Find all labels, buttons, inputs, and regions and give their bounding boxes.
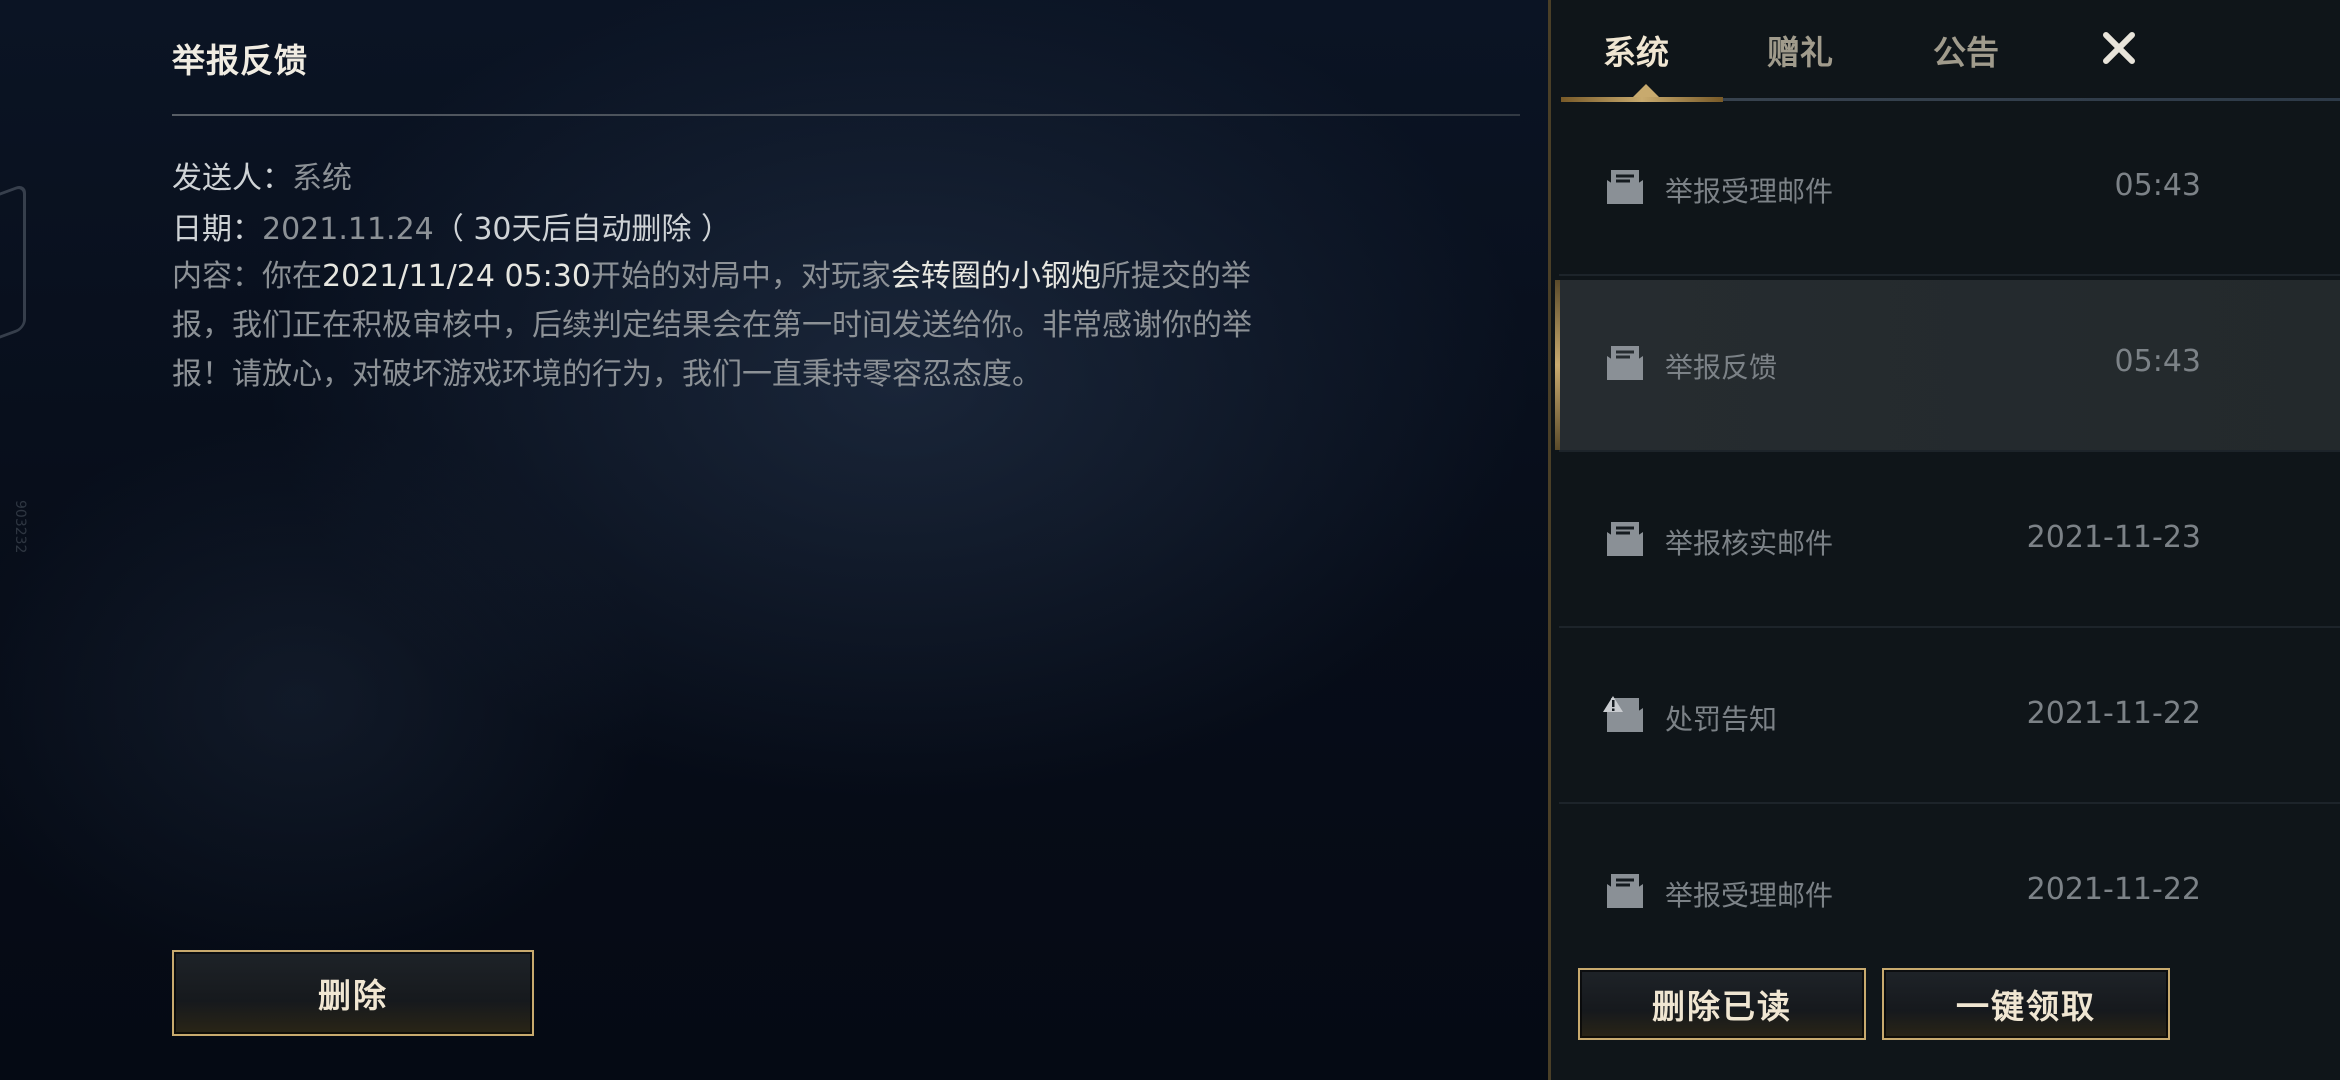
content-text-1: 你在	[262, 259, 322, 294]
mail-list-item[interactable]: 处罚告知 2021-11-22	[1559, 632, 2340, 804]
close-icon	[2103, 32, 2135, 64]
mail-subject: 举报受理邮件	[1665, 879, 1834, 912]
date-label: 日期：	[172, 212, 262, 247]
mail-list-item[interactable]: 举报核实邮件 2021-11-23	[1559, 456, 2340, 628]
mail-time: 05:43	[2114, 168, 2201, 203]
content-text-2: 开始的对局中，对玩家	[590, 259, 891, 294]
delete-read-button[interactable]: 删除已读	[1578, 968, 1866, 1040]
tab-notice[interactable]: 公告	[1933, 26, 1999, 74]
mail-time: 05:43	[2114, 344, 2201, 379]
match-datetime: 2021/11/24 05:30	[322, 259, 591, 294]
mail-list-item[interactable]: 举报受理邮件 2021-11-22	[1559, 808, 2340, 954]
sender-line: 发送人：系统	[172, 153, 352, 197]
mail-time: 2021-11-22	[2026, 696, 2201, 731]
tab-gift[interactable]: 赠礼	[1767, 26, 1833, 74]
mail-list-item[interactable]: 举报受理邮件 05:43	[1559, 104, 2340, 276]
mail-list: 举报受理邮件 05:43 举报反馈 05:43 举报核实邮件 2021-11-2…	[1551, 104, 2340, 954]
envelope-icon	[1607, 874, 1643, 908]
title-divider	[172, 114, 1520, 116]
envelope-icon	[1607, 170, 1643, 204]
tab-system[interactable]: 系统	[1603, 26, 1669, 74]
mail-detail-pane: 举报反馈 发送人：系统 日期：2021.11.24（ 30天后自动删除 ） 内容…	[0, 0, 1550, 1080]
sender-label: 发送人：	[172, 161, 292, 196]
date-value: 2021.11.24	[262, 212, 434, 247]
date-line: 日期：2021.11.24（ 30天后自动删除 ）	[172, 204, 731, 248]
mail-subject: 处罚告知	[1665, 703, 1778, 736]
envelope-icon	[1607, 346, 1643, 380]
auto-delete-note: （ 30天后自动删除 ）	[433, 212, 732, 247]
mail-time: 2021-11-22	[2026, 872, 2201, 907]
mailbox-panel: 系统 赠礼 公告 举报受理邮件 05:43 举报反馈 05:43 举报核实邮件 …	[1548, 0, 2340, 1080]
delete-button[interactable]: 删除	[172, 950, 534, 1036]
envelope-icon	[1607, 522, 1643, 556]
mail-title: 举报反馈	[172, 41, 308, 80]
mail-time: 2021-11-23	[2026, 520, 2201, 555]
reported-player-name: 会转圈的小钢炮	[890, 259, 1101, 294]
mail-subject: 举报反馈	[1665, 351, 1778, 384]
content-label: 内容：	[172, 259, 262, 294]
mail-tabs: 系统 赠礼 公告	[1551, 0, 2340, 104]
mail-content: 内容：你在2021/11/24 05:30开始的对局中，对玩家会转圈的小钢炮所提…	[172, 252, 1262, 399]
mail-subject: 举报受理邮件	[1665, 175, 1834, 208]
active-tab-underline	[1561, 97, 1723, 102]
sender-value: 系统	[292, 161, 352, 196]
mail-subject: 举报核实邮件	[1665, 527, 1834, 560]
game-screen: 903232 举报反馈 发送人：系统 日期：2021.11.24（ 30天后自动…	[0, 0, 2340, 1080]
active-tab-caret-icon	[1633, 84, 1659, 97]
warning-envelope-icon	[1603, 696, 1643, 732]
claim-all-button[interactable]: 一键领取	[1882, 968, 2170, 1040]
mail-list-item-selected[interactable]: 举报反馈 05:43	[1555, 280, 2340, 452]
close-button[interactable]	[2091, 20, 2147, 76]
